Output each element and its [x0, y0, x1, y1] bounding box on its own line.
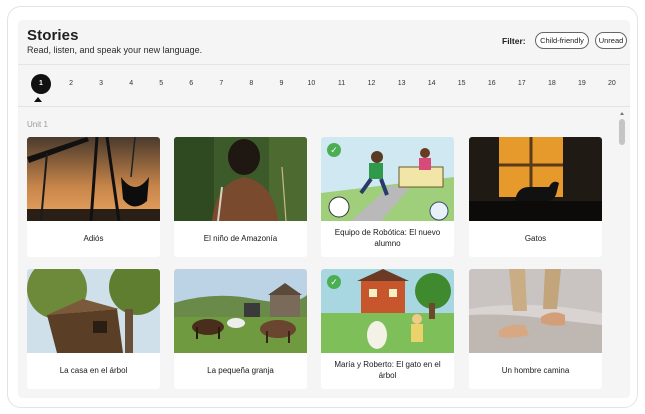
page-20-button[interactable]: 20 [602, 74, 622, 94]
page-2-button[interactable]: 2 [61, 74, 81, 94]
story-card[interactable]: La casa en el árbol [27, 269, 160, 389]
page-9-button[interactable]: 9 [271, 74, 291, 94]
checkmark-icon: ✓ [327, 143, 341, 157]
page-4-button[interactable]: 4 [121, 74, 141, 94]
page-19-button[interactable]: 19 [572, 74, 592, 94]
filter-unread-button[interactable]: Unread [595, 32, 627, 49]
stories-panel: Stories Read, listen, and speak your new… [18, 20, 630, 398]
page-11-button[interactable]: 11 [332, 74, 352, 94]
page-selector: 1 2 3 4 5 6 7 8 9 10 11 12 13 14 15 16 17 18 19 20 [18, 74, 630, 102]
page-7-button[interactable]: 7 [211, 74, 231, 94]
story-title: Un hombre camina [501, 365, 570, 375]
page-5-button[interactable]: 5 [151, 74, 171, 94]
story-title: Equipo de Robótica: El nuevo alumno [334, 228, 441, 248]
story-title: Gatos [524, 233, 547, 243]
page-15-button[interactable]: 15 [452, 74, 472, 94]
story-thumbnail-swing [27, 137, 160, 221]
page-10-button[interactable]: 10 [301, 74, 321, 94]
page-1-button[interactable]: 1 [31, 74, 51, 94]
story-thumbnail-walking [469, 269, 602, 353]
story-card[interactable]: ✓ Equipo de Robótica: El nuevo alumno [321, 137, 454, 257]
story-thumbnail-treehouse [27, 269, 160, 353]
page-12-button[interactable]: 12 [362, 74, 382, 94]
page-14-button[interactable]: 14 [422, 74, 442, 94]
story-title: Adiós [83, 233, 104, 243]
filter-label: Filter: [502, 36, 526, 46]
story-thumbnail-robotics: ✓ [321, 137, 454, 221]
story-title: La pequeña granja [207, 365, 274, 375]
story-thumbnail-boy [174, 137, 307, 221]
header-divider [18, 64, 630, 65]
page-6-button[interactable]: 6 [181, 74, 201, 94]
pagination-divider [18, 106, 630, 107]
story-title: María y Roberto: El gato en el árbol [334, 360, 441, 380]
story-card[interactable]: ✓ María y Roberto: El gato en el árbol [321, 269, 454, 389]
scrollbar[interactable] [617, 108, 627, 398]
filter-child-friendly-button[interactable]: Child-friendly [535, 32, 589, 49]
scrollbar-thumb[interactable] [619, 119, 625, 145]
story-card[interactable]: Adiós [27, 137, 160, 257]
story-card[interactable]: El niño de Amazonía [174, 137, 307, 257]
story-card[interactable]: Un hombre camina [469, 269, 602, 389]
page-18-button[interactable]: 18 [542, 74, 562, 94]
story-thumbnail-cat-tree: ✓ [321, 269, 454, 353]
scroll-up-arrow-icon[interactable] [620, 112, 624, 115]
story-thumbnail-farm [174, 269, 307, 353]
story-thumbnail-cat [469, 137, 602, 221]
page-3-button[interactable]: 3 [91, 74, 111, 94]
caret-up-icon [34, 97, 42, 102]
story-title: El niño de Amazonía [203, 233, 278, 243]
page-17-button[interactable]: 17 [512, 74, 532, 94]
story-card[interactable]: La pequeña granja [174, 269, 307, 389]
page-subtitle: Read, listen, and speak your new languag… [27, 45, 203, 55]
story-card[interactable]: Gatos [469, 137, 602, 257]
page-8-button[interactable]: 8 [241, 74, 261, 94]
checkmark-icon: ✓ [327, 275, 341, 289]
page-title: Stories [27, 27, 79, 44]
page-16-button[interactable]: 16 [482, 74, 502, 94]
unit-label: Unit 1 [27, 120, 48, 129]
story-title: La casa en el árbol [59, 365, 128, 375]
page-13-button[interactable]: 13 [392, 74, 412, 94]
